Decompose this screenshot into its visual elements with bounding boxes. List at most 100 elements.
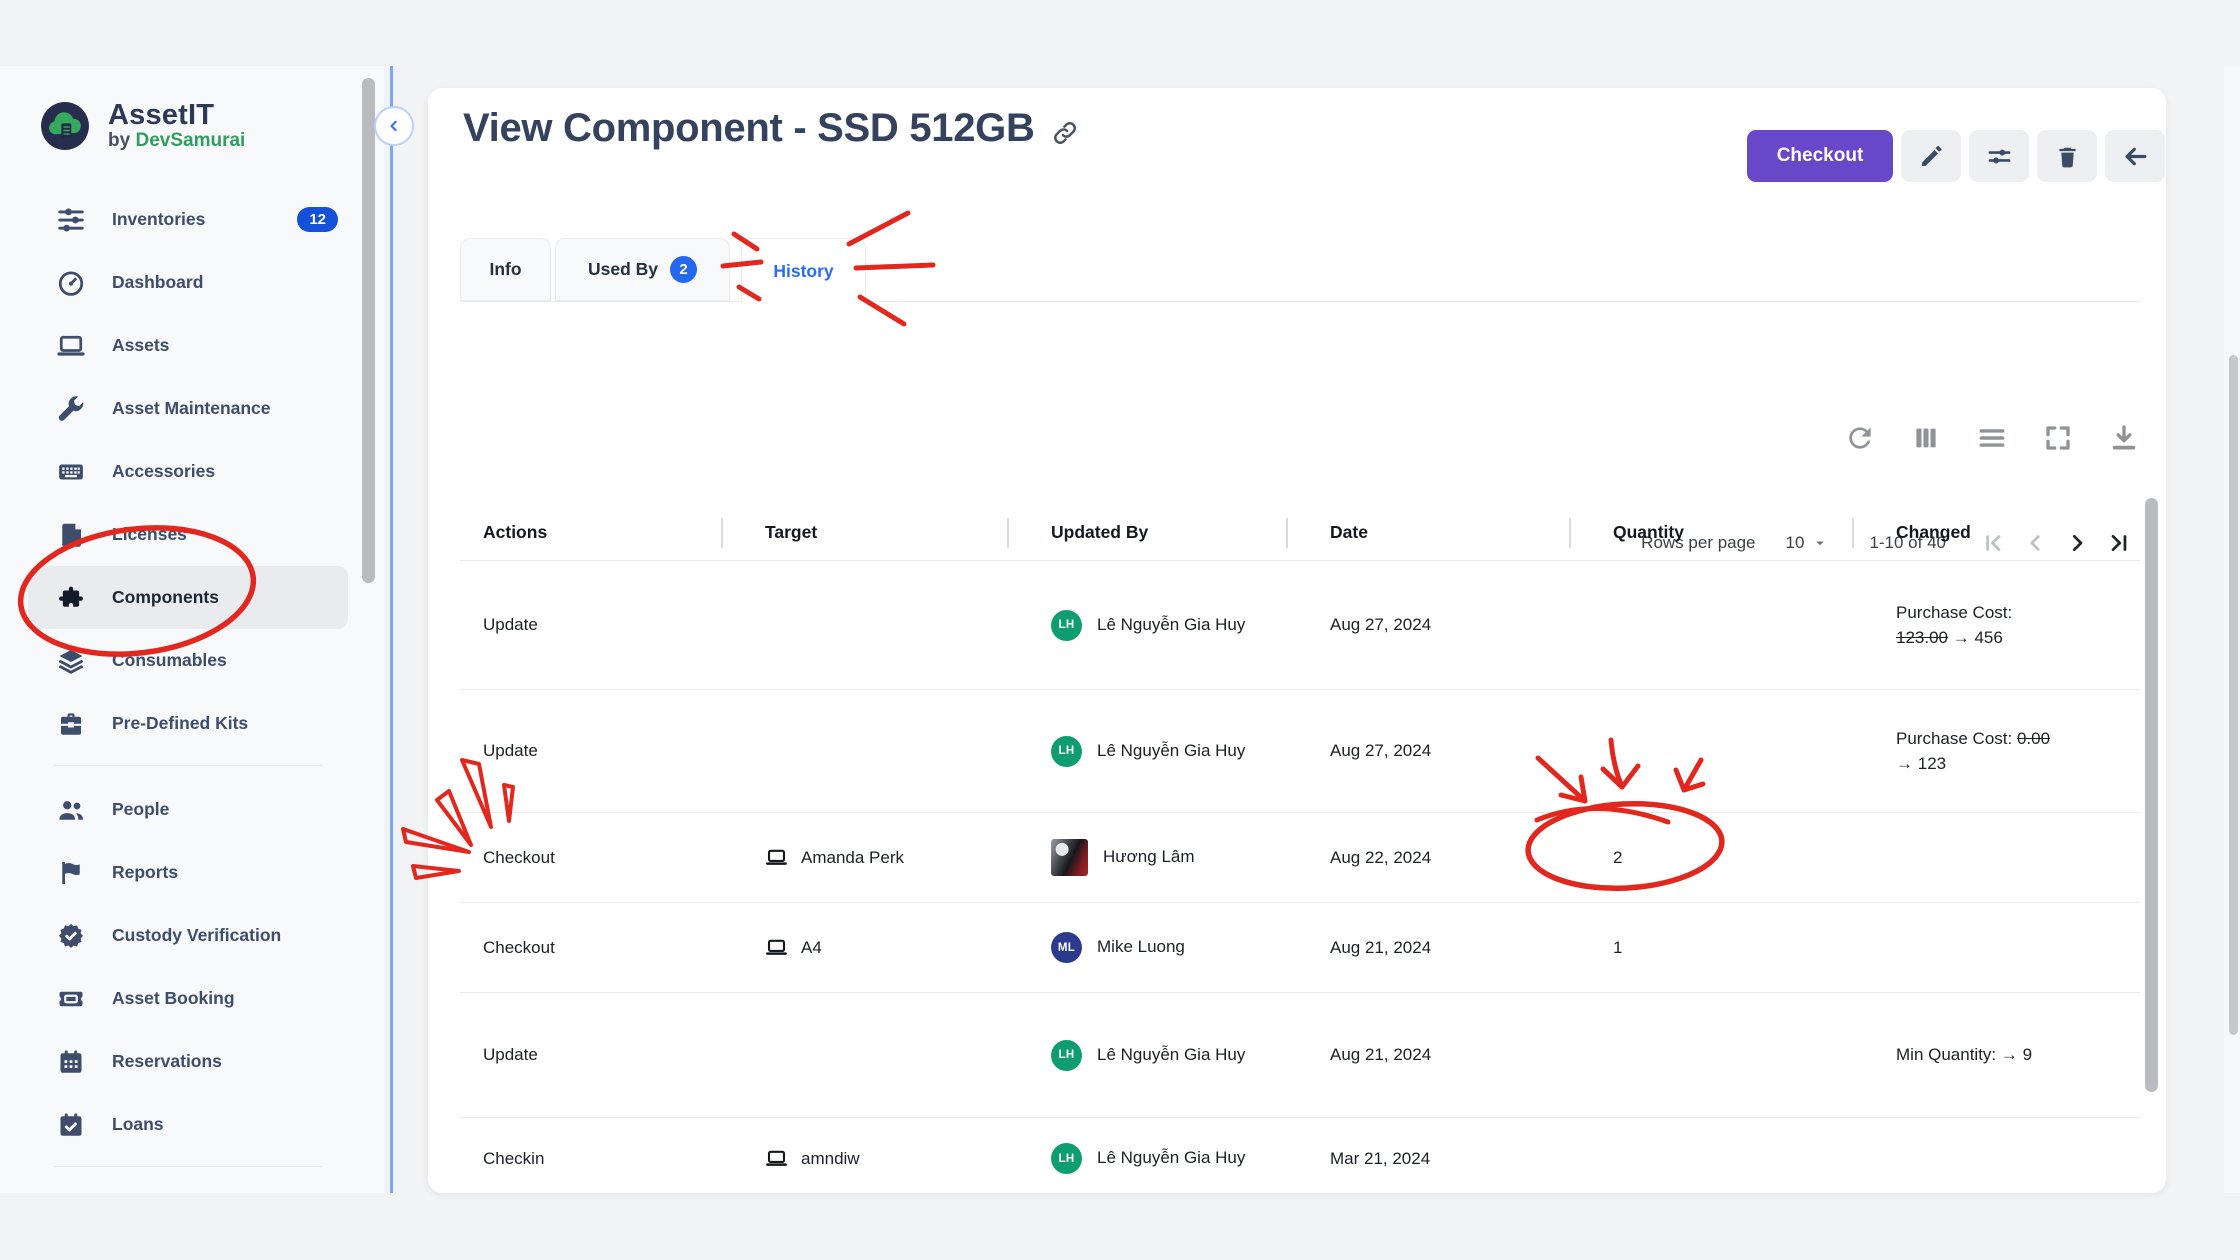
user-name: Lê Nguyễn Gia Huy [1097,613,1245,638]
target-name: amndiw [801,1149,860,1169]
sidebar-divider-line [390,66,393,1193]
changed-cell: Purchase Cost: 0.00→ 123 [1852,726,2096,777]
back-button[interactable] [2105,130,2165,182]
changed-line: → 123 [1896,751,2096,777]
sidebar-item-label: Reservations [112,1051,222,1072]
people-icon [56,795,86,825]
changed-cell: Min Quantity: → 9 [1852,1042,2096,1068]
gauge-icon [56,268,86,298]
column-header-actions[interactable]: Actions [460,505,721,560]
avatar: LH [1051,1143,1082,1174]
tab-history[interactable]: History [741,238,866,303]
sidebar-item-label: Asset Booking [112,988,235,1009]
table-body: Update LH Lê Nguyễn Gia Huy Aug 27, 2024 Pur… [460,560,2140,1193]
user-name: Lê Nguyễn Gia Huy [1097,1146,1245,1171]
updated-by-cell: LHLê Nguyễn Gia Huy [1007,1040,1286,1071]
column-header-target[interactable]: Target [721,505,1007,560]
sidebar-divider [54,765,322,766]
history-row: UpdateLHLê Nguyễn Gia HuyAug 27, 2024Pur… [460,689,2140,812]
column-header-date[interactable]: Date [1286,505,1569,560]
flag-icon [56,858,86,888]
updated-by-cell: LH Lê Nguyễn Gia Huy [1007,1143,1286,1174]
tabs: InfoUsed By2 History [460,238,866,303]
updated-by-cell: LHLê Nguyễn Gia Huy [1007,610,1286,641]
user-name: Mike Luong [1097,935,1185,960]
column-header-quantity[interactable]: Quantity [1569,505,1852,560]
calendar-check-icon [56,1110,86,1140]
table-scrollbar[interactable] [2145,498,2158,1092]
page-title: View Component - SSD 512GB [463,106,1035,151]
sidebar-item-dashboard[interactable]: Dashboard [28,251,348,314]
sidebar-item-label: Accessories [112,461,215,482]
history-row: UpdateLHLê Nguyễn Gia HuyAug 21, 2024Min… [460,992,2140,1117]
fullscreen-button[interactable] [2042,422,2074,454]
toolbox-icon [56,709,86,739]
sidebar-item-custody-verification[interactable]: Custody Verification [28,904,348,967]
sidebar-item-assets[interactable]: Assets [28,314,348,377]
action-cell: Checkout [460,938,721,958]
sidebar-item-inventories[interactable]: Inventories12 [28,188,348,251]
quantity-cell: 1 [1569,938,1852,958]
sidebar-collapse-button[interactable] [374,106,414,146]
sidebar-scrollbar[interactable] [362,78,375,583]
sidebar-item-label: Components [112,587,219,608]
header-actions: Checkout [1747,130,2165,182]
sidebar: AssetIT by DevSamurai Inventories12Dashb… [0,66,384,1193]
fullscreen-icon [2042,442,2074,457]
avatar: LH [1051,1040,1082,1071]
sidebar-item-reports[interactable]: Reports [28,841,348,904]
column-header-changed[interactable]: Changed [1852,505,2140,560]
sidebar-item-reservations[interactable]: Reservations [28,1030,348,1093]
sidebar-item-consumables[interactable]: Consumables [28,629,348,692]
sidebar-item-accessories[interactable]: Accessories [28,440,348,503]
laptop-icon [56,331,86,361]
date-cell: Aug 22, 2024 [1286,848,1569,868]
refresh-button[interactable] [1844,422,1876,454]
tab-used-by[interactable]: Used By2 [555,238,730,301]
delete-button[interactable] [2037,130,2097,182]
quantity-cell: 2 [1569,848,1852,868]
changed-line: 123.00 → 456 [1896,625,2096,651]
sidebar-item-components[interactable]: Components [28,566,348,629]
ticket-icon [56,984,86,1014]
date-cell: Aug 27, 2024 [1286,741,1569,761]
trash-icon [2054,143,2081,170]
filters-button[interactable] [1969,130,2029,182]
avatar [1051,839,1088,876]
tab-info[interactable]: Info [460,238,551,301]
laptop-icon [765,846,788,869]
sidebar-item-people[interactable]: People [28,778,348,841]
laptop-icon [765,1147,788,1170]
brand-byline: by DevSamurai [108,130,245,152]
sidebar-item-label: Pre-Defined Kits [112,713,248,734]
tab-label: History [773,261,833,282]
sidebar-item-licenses[interactable]: Licenses [28,503,348,566]
edit-button[interactable] [1901,130,1961,182]
sidebar-item-asset-maintenance[interactable]: Asset Maintenance [28,377,348,440]
sidebar-item-loans[interactable]: Loans [28,1093,348,1156]
user-name: Hương Lâm [1103,845,1195,870]
density-button[interactable] [1976,422,2008,454]
sidebar-item-pre-defined-kits[interactable]: Pre-Defined Kits [28,692,348,755]
laptop-icon [765,936,788,959]
sidebar-item-asset-booking[interactable]: Asset Booking [28,967,348,1030]
date-cell: Aug 21, 2024 [1286,938,1569,958]
page-scrollbar-thumb[interactable] [2229,355,2238,1035]
changed-line: Purchase Cost: 0.00 [1896,726,2096,752]
download-button[interactable] [2108,422,2140,454]
permalink-icon[interactable] [1051,119,1079,147]
action-cell: Checkin [460,1149,721,1169]
arrow-left-icon [2122,143,2149,170]
sidebar-item-label: Reports [112,862,178,883]
keyboard-icon [56,457,86,487]
license-icon [56,520,86,550]
checkout-button[interactable]: Checkout [1747,130,1893,182]
sidebar-item-label: Custody Verification [112,925,281,946]
columns-icon [1910,442,1942,457]
table-toolbar [1844,422,2140,454]
puzzle-icon [56,583,86,613]
sidebar-item-label: Assets [112,335,169,356]
columns-button[interactable] [1910,422,1942,454]
action-cell: Update [460,1045,721,1065]
column-header-updated-by[interactable]: Updated By [1007,505,1286,560]
